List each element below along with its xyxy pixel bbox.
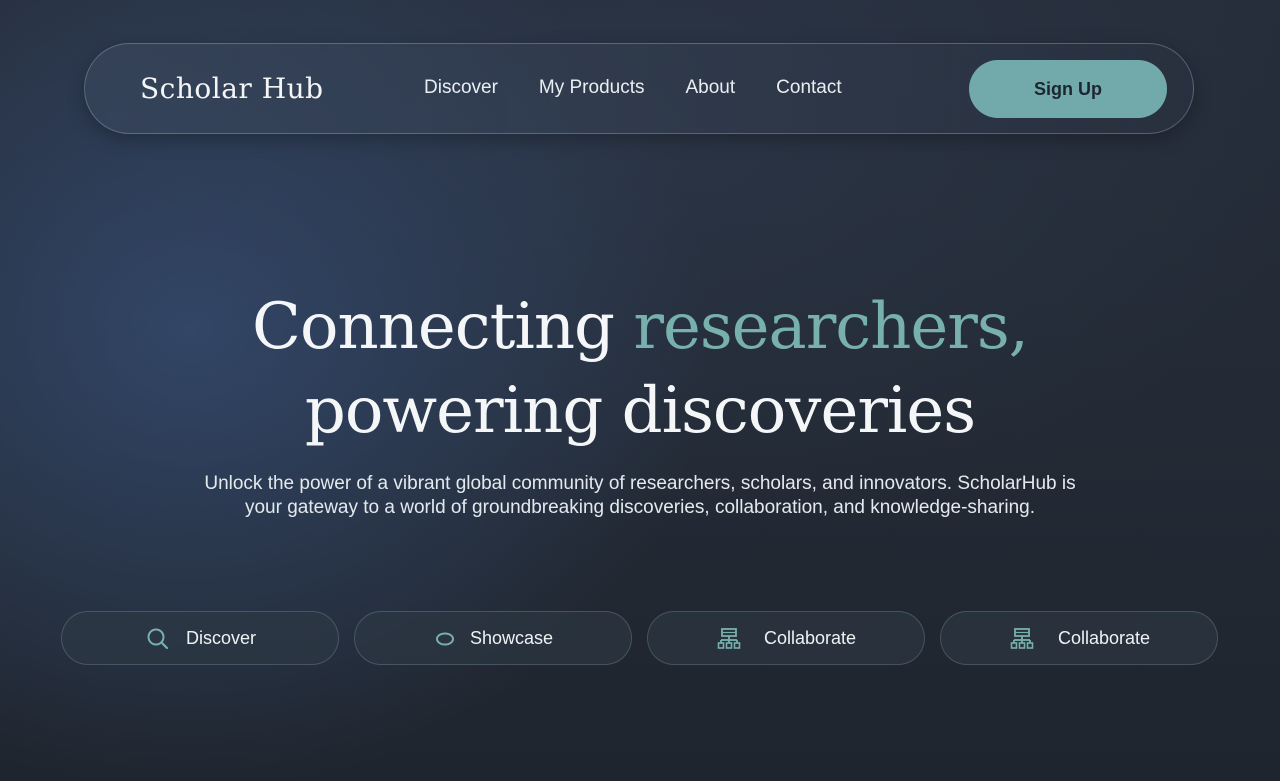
feature-pill-discover[interactable]: Discover	[61, 611, 339, 665]
sign-up-button[interactable]: Sign Up	[969, 60, 1167, 118]
feature-pill-collaborate-2[interactable]: Collaborate	[940, 611, 1218, 665]
nav-link-contact[interactable]: Contact	[776, 77, 841, 99]
nav-link-discover[interactable]: Discover	[424, 77, 498, 99]
hero-subtitle-line1: Unlock the power of a vibrant global com…	[204, 473, 1076, 494]
feature-pill-label: Showcase	[470, 628, 554, 648]
eye-icon	[433, 626, 457, 652]
brand-logo[interactable]: Scholar Hub	[140, 72, 324, 105]
feature-pill-label: Discover	[186, 628, 257, 648]
sitemap-icon	[717, 626, 741, 652]
hero-title-start: Connecting	[251, 290, 634, 364]
search-icon	[146, 626, 170, 652]
nav-links: Discover My Products About Contact	[424, 77, 883, 99]
hero-subtitle: Unlock the power of a vibrant global com…	[190, 472, 1090, 520]
hero-title-end: powering discoveries	[304, 374, 976, 448]
sitemap-icon	[1010, 626, 1034, 652]
hero-subtitle-line2: your gateway to a world of groundbreakin…	[244, 497, 1036, 518]
feature-pill-label: Collaborate	[1058, 628, 1151, 648]
nav-link-my-products[interactable]: My Products	[539, 77, 645, 99]
nav-link-about[interactable]: About	[686, 77, 736, 99]
hero-title-accent: researchers,	[633, 290, 1029, 364]
feature-pill-collaborate[interactable]: Collaborate	[647, 611, 925, 665]
navbar: Scholar Hub Discover My Products About C…	[84, 43, 1194, 134]
feature-pill-showcase[interactable]: Showcase	[354, 611, 632, 665]
feature-pill-label: Collaborate	[764, 628, 857, 648]
hero-title: Connecting researchers, powering discove…	[0, 285, 1280, 453]
